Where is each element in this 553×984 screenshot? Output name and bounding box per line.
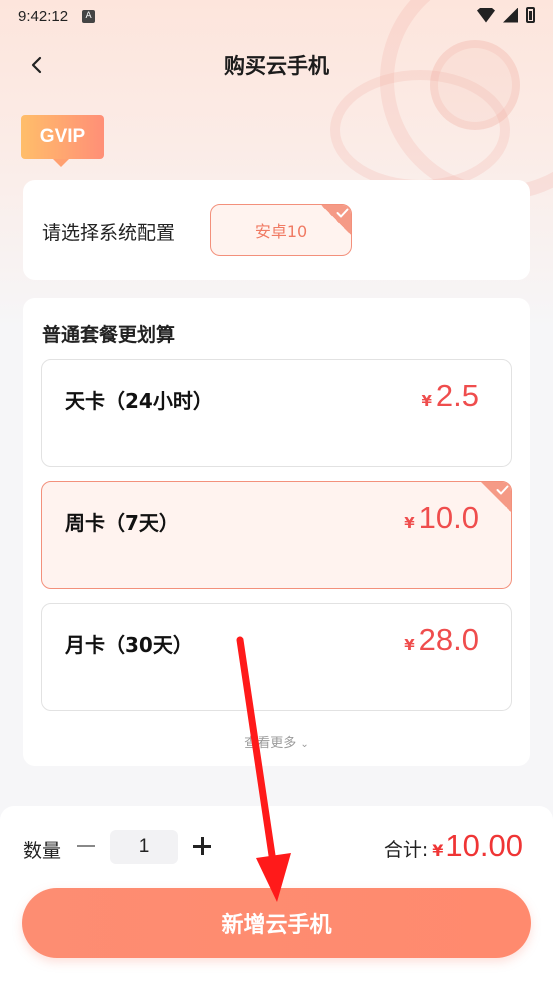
currency-symbol: ¥ bbox=[404, 514, 415, 532]
system-config-card: 请选择系统配置 安卓10 bbox=[23, 180, 530, 280]
see-more-label: 查看更多 bbox=[244, 736, 297, 751]
plan-price: ¥ 2.5 bbox=[421, 378, 479, 414]
wifi-icon bbox=[477, 7, 495, 23]
gvip-badge: GVIP bbox=[21, 115, 104, 167]
plan-price-value: 2.5 bbox=[435, 378, 479, 413]
os-option-label: 安卓10 bbox=[254, 222, 308, 241]
plans-card: 普通套餐更划算 天卡（24小时） ¥ 2.5 周卡（7天） ¥ 10.0 月卡（… bbox=[23, 298, 530, 766]
nav-bar: 购买云手机 bbox=[0, 40, 553, 86]
selected-corner bbox=[481, 482, 511, 512]
page-title: 购买云手机 bbox=[224, 54, 329, 78]
plan-option-month[interactable]: 月卡（30天） ¥ 28.0 bbox=[41, 603, 512, 711]
purchase-panel: 数量 合计: ¥ 10.00 新增云手机 bbox=[0, 806, 553, 984]
status-time: 9:42:12 bbox=[18, 7, 69, 25]
plan-price: ¥ 28.0 bbox=[404, 622, 479, 658]
minus-icon[interactable] bbox=[74, 834, 98, 858]
selected-corner bbox=[321, 205, 351, 235]
plus-icon[interactable] bbox=[190, 834, 214, 858]
system-config-label: 请选择系统配置 bbox=[42, 222, 176, 244]
plan-name: 天卡（24小时） bbox=[65, 389, 213, 413]
plans-heading: 普通套餐更划算 bbox=[42, 324, 176, 346]
plan-price-value: 10.0 bbox=[418, 500, 479, 535]
add-cloud-phone-button[interactable]: 新增云手机 bbox=[22, 888, 531, 958]
signal-icon bbox=[503, 7, 518, 23]
plan-price-value: 28.0 bbox=[418, 622, 479, 657]
status-bar: 9:42:12 A bbox=[0, 0, 553, 32]
currency-symbol: ¥ bbox=[404, 636, 415, 654]
plan-price: ¥ 10.0 bbox=[404, 500, 479, 536]
chevron-down-icon: ⌄ bbox=[300, 739, 309, 750]
total-label: 合计: bbox=[383, 839, 429, 861]
total-amount: 10.00 bbox=[445, 828, 523, 863]
plan-option-week[interactable]: 周卡（7天） ¥ 10.0 bbox=[41, 481, 512, 589]
plan-option-day[interactable]: 天卡（24小时） ¥ 2.5 bbox=[41, 359, 512, 467]
battery-icon bbox=[526, 7, 535, 23]
see-more-link[interactable]: 查看更多 ⌄ bbox=[23, 732, 530, 751]
os-option-android10[interactable]: 安卓10 bbox=[210, 204, 352, 256]
status-icons bbox=[477, 7, 535, 23]
currency-symbol: ¥ bbox=[421, 392, 432, 410]
plan-name: 周卡（7天） bbox=[65, 511, 179, 535]
notification-icon: A bbox=[82, 9, 96, 23]
quantity-input[interactable] bbox=[110, 830, 178, 864]
check-icon bbox=[496, 485, 509, 495]
total-price: 合计: ¥ 10.00 bbox=[384, 828, 523, 864]
plan-name: 月卡（30天） bbox=[65, 633, 193, 657]
quantity-label: 数量 bbox=[23, 840, 62, 862]
check-icon bbox=[336, 208, 349, 218]
currency-symbol: ¥ bbox=[432, 841, 444, 860]
